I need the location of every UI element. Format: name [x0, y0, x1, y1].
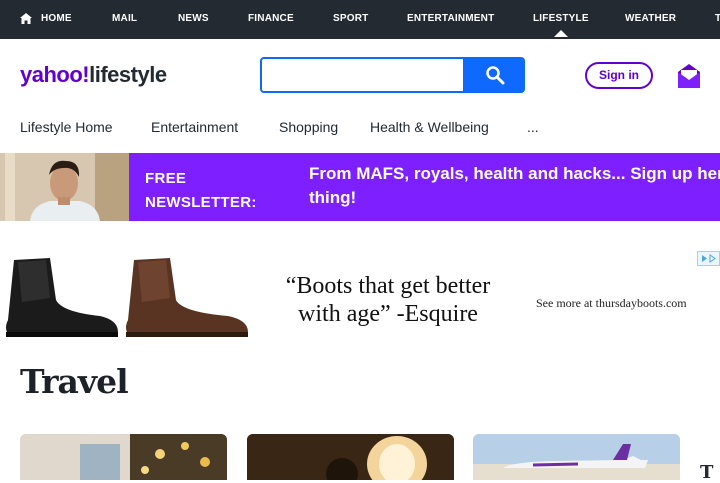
newsletter-label-line2: NEWSLETTER:	[145, 194, 257, 211]
article-card-3[interactable]	[473, 434, 680, 480]
sign-in-button[interactable]: Sign in	[585, 62, 653, 89]
article-card-2[interactable]	[247, 434, 454, 480]
topnav-weather[interactable]: WEATHER	[625, 13, 676, 24]
top-navigation: HOME MAIL NEWS FINANCE SPORT ENTERTAINME…	[0, 0, 720, 39]
ad-see-more-link[interactable]: See more at thursdayboots.com	[536, 296, 687, 311]
topnav-mail[interactable]: MAIL	[112, 13, 137, 24]
newsletter-banner[interactable]: FREE NEWSLETTER: From MAFS, royals, heal…	[0, 153, 720, 221]
logo-brand: yahoo!	[20, 62, 90, 87]
topnav-entertainment[interactable]: ENTERTAINMENT	[407, 13, 494, 24]
home-icon	[20, 13, 32, 24]
section-title: Travel	[20, 362, 129, 401]
topnav-finance[interactable]: FINANCE	[248, 13, 294, 24]
newsletter-label-line1: FREE	[145, 170, 187, 187]
ad-choices-icon[interactable]	[697, 251, 720, 266]
ad-quote-line1: “Boots that get better	[285, 273, 491, 299]
lifestyle-subnav: Lifestyle Home Entertainment Shopping He…	[0, 111, 720, 143]
banner-photo	[0, 153, 129, 221]
search-button[interactable]	[465, 57, 525, 93]
yahoo-lifestyle-logo[interactable]: yahoo!lifestyle	[20, 62, 167, 88]
article-image-plane-cabin	[247, 434, 454, 480]
article-image-hotel	[20, 434, 227, 480]
boots-image	[6, 258, 248, 337]
topnav-news[interactable]: NEWS	[178, 13, 209, 24]
ad-quote-line2: with age” -Esquire	[298, 301, 478, 327]
newsletter-text[interactable]: From MAFS, royals, health and hacks... S…	[309, 162, 720, 210]
subnav-lifestyle-home[interactable]: Lifestyle Home	[20, 119, 113, 135]
ad-quote: “Boots that get better with age” -Esquir…	[258, 272, 518, 328]
topnav-lifestyle[interactable]: LIFESTYLE	[533, 13, 589, 37]
subnav-health-wellbeing[interactable]: Health & Wellbeing	[370, 119, 489, 135]
mail-icon[interactable]	[677, 63, 701, 89]
article-image-airplane	[473, 434, 680, 480]
topnav-sport[interactable]: SPORT	[333, 13, 368, 24]
advertisement[interactable]: “Boots that get better with age” -Esquir…	[0, 240, 720, 340]
article-card-1[interactable]	[20, 434, 227, 480]
subnav-more[interactable]: ...	[527, 119, 539, 135]
logo-section: lifestyle	[89, 62, 167, 87]
subnav-shopping[interactable]: Shopping	[279, 119, 338, 135]
site-header: yahoo!lifestyle Sign in	[0, 39, 720, 111]
newsletter-label: FREE NEWSLETTER:	[145, 167, 257, 215]
search-icon	[486, 66, 505, 85]
search-input[interactable]	[260, 57, 465, 93]
subnav-entertainment[interactable]: Entertainment	[151, 119, 238, 135]
topnav-truncated[interactable]: T	[715, 13, 720, 24]
topnav-home[interactable]: HOME	[41, 13, 72, 24]
